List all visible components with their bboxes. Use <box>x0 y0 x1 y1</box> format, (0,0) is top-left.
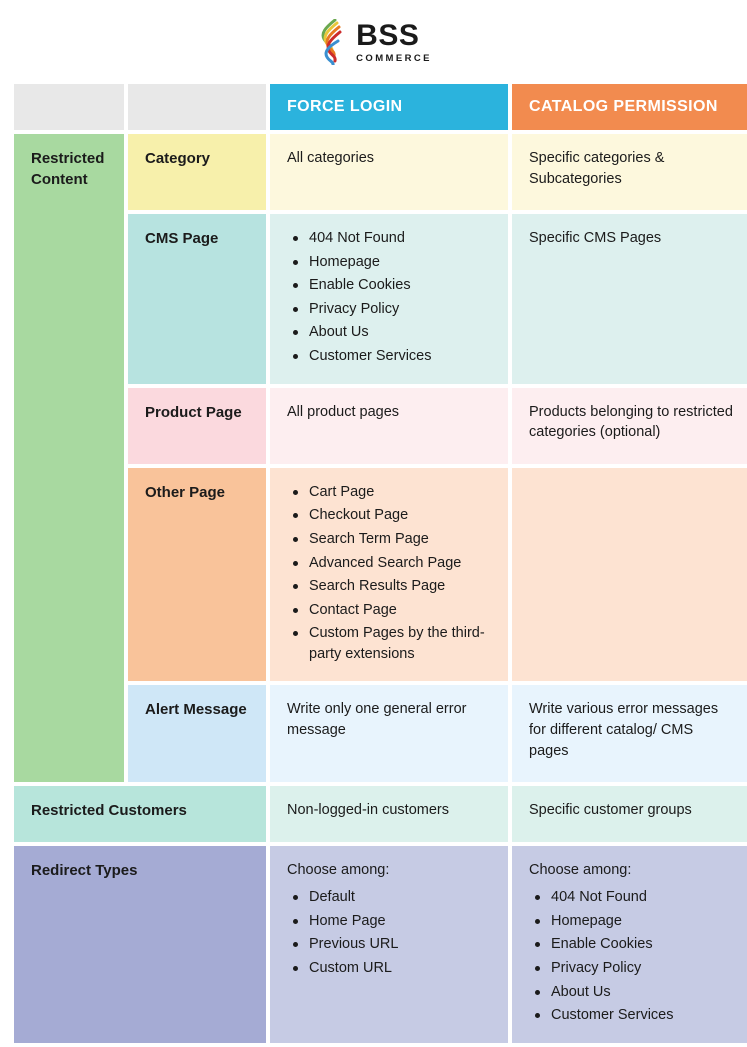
cell-force-login-cms-page: 404 Not Found Homepage Enable Cookies Priva… <box>270 214 508 384</box>
cell-force-login-category: All categories <box>270 134 508 211</box>
grid-gap <box>0 84 14 130</box>
group-label-restricted-content: Restricted Content <box>14 134 124 783</box>
cell-catalog-permission-cms-page: Specific CMS Pages <box>512 214 747 384</box>
row-gap <box>512 1042 747 1047</box>
grid-gap <box>0 467 14 682</box>
cell-catalog-permission-redirect-types: Choose among: 404 Not Found Homepage Enable… <box>512 845 747 1043</box>
grid-gap <box>0 845 14 1043</box>
list-item: Enable Cookies <box>287 275 491 296</box>
bss-commerce-logo: BSS COMMERCE <box>315 19 432 65</box>
list-item: Custom URL <box>287 958 491 979</box>
blank-header-one <box>14 84 124 130</box>
list-item: Custom Pages by the third-party extensio… <box>287 623 491 664</box>
list-item: Contact Page <box>287 600 491 621</box>
row-gap <box>128 1042 266 1047</box>
grid-gap <box>0 387 14 464</box>
cell-catalog-permission-category: Specific categories & Subcategories <box>512 134 747 211</box>
row-label-cms-page: CMS Page <box>128 214 266 384</box>
cell-force-login-other-page: Cart Page Checkout Page Search Term Page Ad… <box>270 467 508 682</box>
list-item: About Us <box>287 322 491 343</box>
cell-force-login-alert-message: Write only one general error message <box>270 685 508 783</box>
cell-force-login-restricted-customers: Non-logged-in customers <box>270 786 508 842</box>
list-item: Homepage <box>287 252 491 273</box>
row-label-redirect-types: Redirect Types <box>14 845 266 1043</box>
row-label-restricted-customers: Restricted Customers <box>14 786 266 842</box>
row-gap <box>14 1042 124 1047</box>
row-label-category: Category <box>128 134 266 211</box>
list-item: Enable Cookies <box>529 934 733 955</box>
list-item: Advanced Search Page <box>287 553 491 574</box>
cell-force-login-product-page: All product pages <box>270 387 508 464</box>
list-item: Previous URL <box>287 934 491 955</box>
list-item: 404 Not Found <box>529 887 733 908</box>
header-catalog-permission: CATALOG PERMISSION <box>512 84 747 130</box>
logo-title: BSS <box>356 18 420 52</box>
cell-catalog-permission-product-page: Products belonging to restricted categor… <box>512 387 747 464</box>
bullet-list: Default Home Page Previous URL Custom URL <box>287 887 491 978</box>
blank-header-two <box>128 84 266 130</box>
bullet-list: 404 Not Found Homepage Enable Cookies Priva… <box>529 887 733 1025</box>
logo-tagline: COMMERCE <box>356 52 432 64</box>
list-item: 404 Not Found <box>287 228 491 249</box>
list-item: Default <box>287 887 491 908</box>
row-label-product-page: Product Page <box>128 387 266 464</box>
row-gap <box>270 1042 508 1047</box>
grid-gap <box>0 685 14 783</box>
list-item: Checkout Page <box>287 505 491 526</box>
logo-bar: BSS COMMERCE <box>0 0 747 84</box>
cell-force-login-redirect-types: Choose among: Default Home Page Previous UR… <box>270 845 508 1043</box>
row-gap <box>0 1042 14 1047</box>
list-item: About Us <box>529 982 733 1003</box>
list-item: Homepage <box>529 911 733 932</box>
list-item: Search Results Page <box>287 576 491 597</box>
bullet-list: 404 Not Found Homepage Enable Cookies Priva… <box>287 228 491 366</box>
comparison-table: FORCE LOGIN CATALOG PERMISSION Restricted … <box>0 84 747 1047</box>
list-item: Customer Services <box>529 1005 733 1026</box>
list-item: Privacy Policy <box>529 958 733 979</box>
list-item: Customer Services <box>287 346 491 367</box>
cell-catalog-permission-restricted-customers: Specific customer groups <box>512 786 747 842</box>
list-item: Home Page <box>287 911 491 932</box>
flame-icon <box>321 19 342 65</box>
list-item: Privacy Policy <box>287 299 491 320</box>
bullet-list: Cart Page Checkout Page Search Term Page Ad… <box>287 482 491 665</box>
cell-catalog-permission-other-page <box>512 467 747 682</box>
header-force-login: FORCE LOGIN <box>270 84 508 130</box>
list-item: Search Term Page <box>287 529 491 550</box>
cell-catalog-permission-alert-message: Write various error messages for differe… <box>512 685 747 783</box>
row-label-other-page: Other Page <box>128 467 266 682</box>
grid-gap <box>0 214 14 384</box>
list-item: Cart Page <box>287 482 491 503</box>
grid-gap <box>0 786 14 842</box>
row-label-alert-message: Alert Message <box>128 685 266 783</box>
grid-gap <box>0 134 14 211</box>
